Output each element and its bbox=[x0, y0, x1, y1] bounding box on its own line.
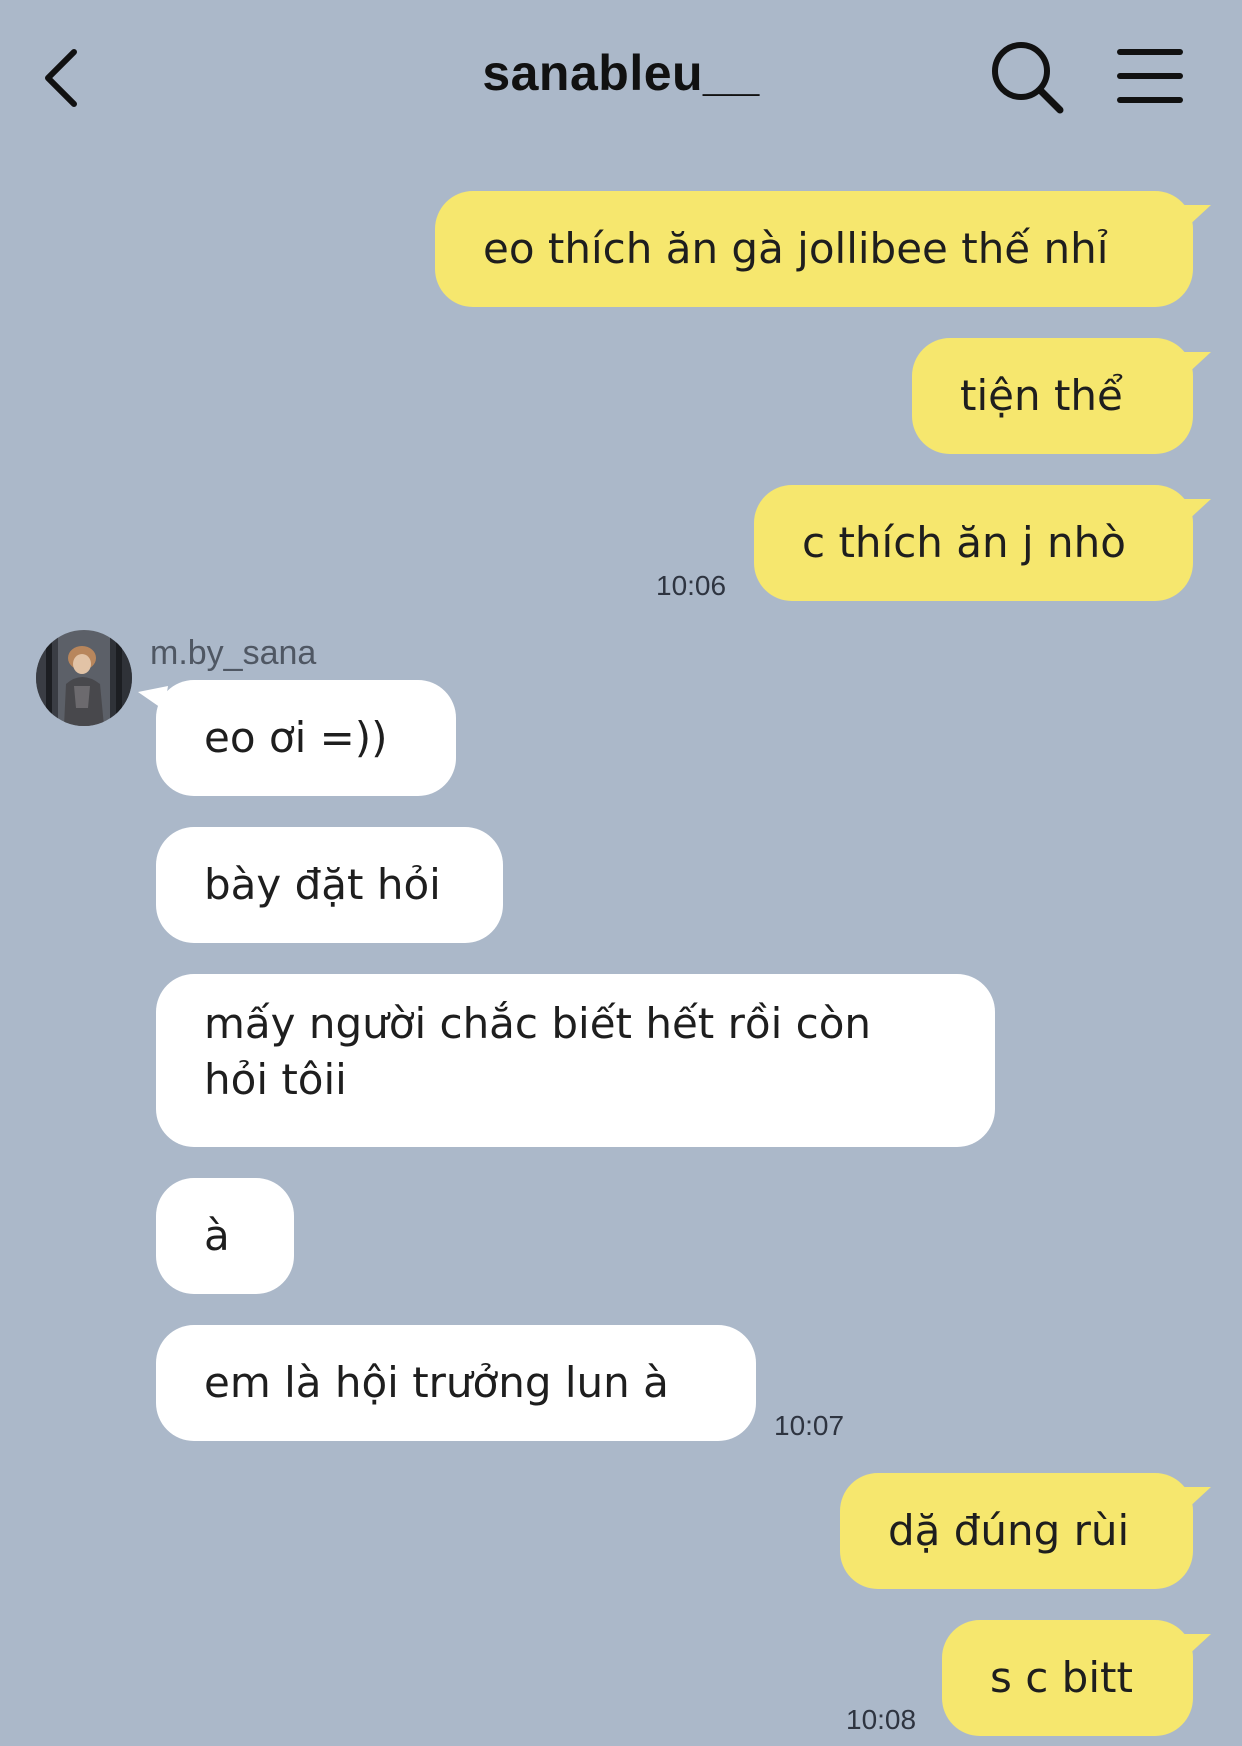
bubble-tail bbox=[1181, 352, 1211, 376]
chat-header: sanableu__ bbox=[0, 0, 1242, 150]
incoming-message[interactable]: à bbox=[156, 1178, 294, 1294]
outgoing-message[interactable]: tiện thể bbox=[912, 338, 1193, 454]
outgoing-message[interactable]: eo thích ăn gà jollibee thế nhỉ bbox=[435, 191, 1193, 307]
bubble-tail bbox=[1181, 1634, 1211, 1658]
outgoing-message[interactable]: s c bitt bbox=[942, 1620, 1193, 1736]
incoming-message[interactable]: bày đặt hỏi bbox=[156, 827, 503, 943]
hamburger-menu-icon bbox=[1117, 49, 1183, 103]
incoming-message[interactable]: em là hội trưởng lun à bbox=[156, 1325, 756, 1441]
avatar[interactable] bbox=[36, 630, 132, 726]
bubble-tail bbox=[1181, 205, 1211, 229]
message-timestamp: 10:06 bbox=[656, 570, 727, 601]
bubble-tail bbox=[1181, 499, 1211, 523]
incoming-message[interactable]: mấy người chắc biết hết rồi còn hỏi tôii bbox=[156, 974, 995, 1147]
search-icon bbox=[992, 42, 1064, 114]
message-timestamp: 10:08 bbox=[846, 1704, 917, 1735]
incoming-message[interactable]: eo ơi =)) bbox=[156, 680, 456, 796]
message-timestamp: 10:07 bbox=[774, 1410, 845, 1441]
outgoing-message[interactable]: c thích ăn j nhò bbox=[754, 485, 1193, 601]
sender-name: m.by_sana bbox=[150, 634, 317, 672]
profile-photo bbox=[36, 630, 132, 726]
menu-button[interactable] bbox=[1114, 44, 1186, 108]
outgoing-message[interactable]: dặ đúng rùi bbox=[840, 1473, 1193, 1589]
search-button[interactable] bbox=[988, 38, 1068, 118]
bubble-tail bbox=[1181, 1487, 1211, 1511]
